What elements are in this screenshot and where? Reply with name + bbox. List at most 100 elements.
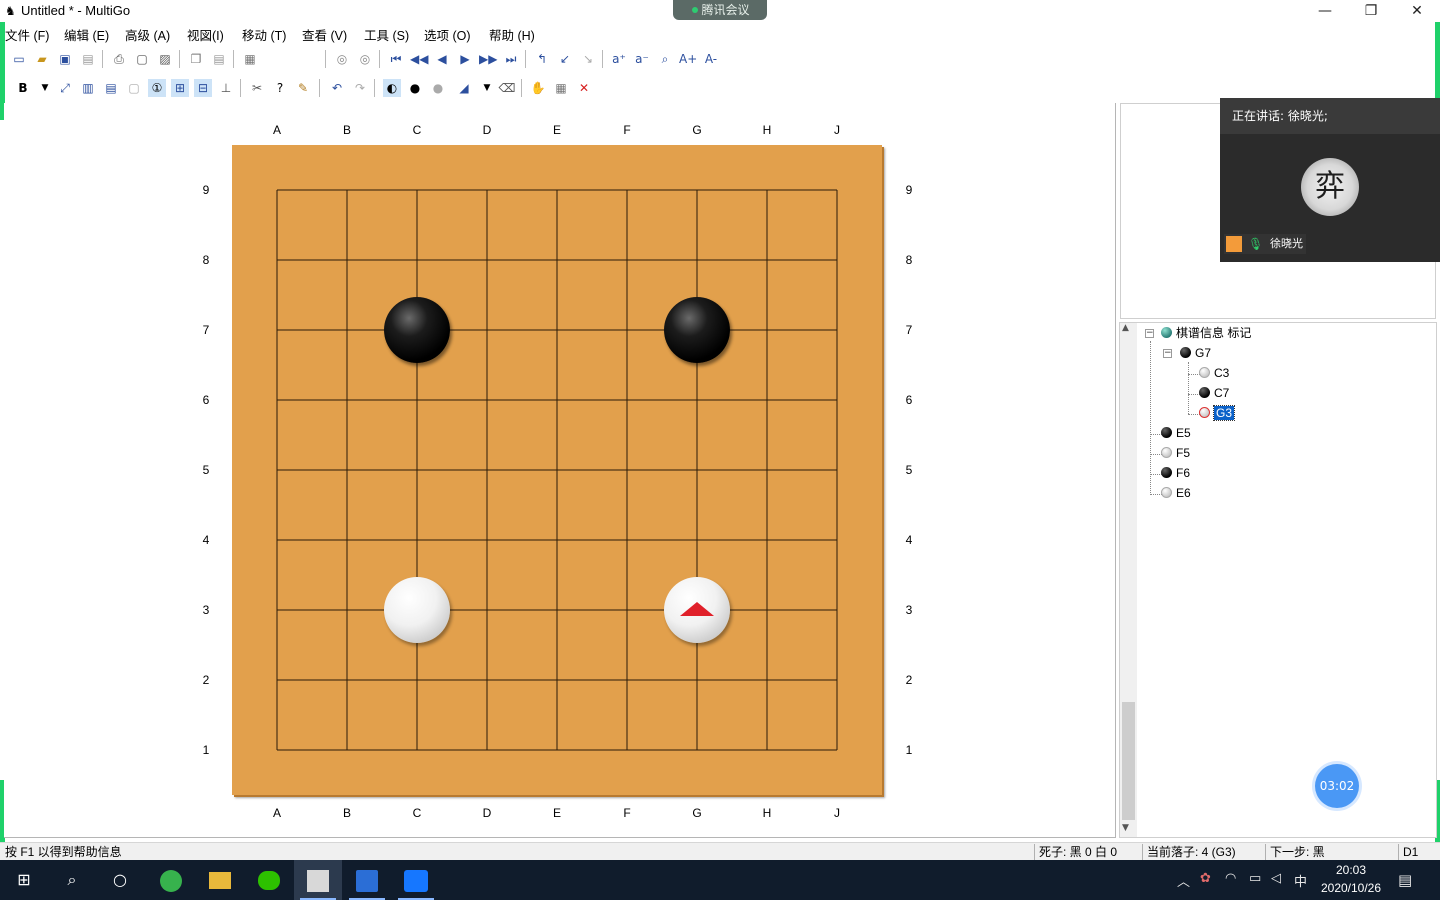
forward-one-icon[interactable]: ▶ — [456, 50, 474, 68]
browser-icon[interactable] — [147, 860, 195, 900]
copy-icon[interactable]: ❐ — [187, 50, 205, 68]
clock-time[interactable]: 20:03 — [1318, 863, 1384, 877]
hint-icon[interactable]: ? — [271, 79, 289, 97]
prev-variation-icon[interactable]: ↙ — [556, 50, 574, 68]
last-move-icon[interactable]: ⏭ — [502, 50, 520, 68]
white-stone-c3[interactable] — [384, 577, 450, 643]
branch-view-icon[interactable]: ⊟ — [194, 79, 212, 97]
menu-help[interactable]: 帮助 (H) — [489, 25, 535, 44]
next-game-icon[interactable]: ◎ — [356, 50, 374, 68]
save-icon[interactable]: ▣ — [56, 50, 74, 68]
prev-game-icon[interactable]: ◎ — [333, 50, 351, 68]
blank-icon[interactable]: ▢ — [125, 79, 143, 97]
paste-icon[interactable]: ▤ — [210, 50, 228, 68]
black-stone-g7[interactable] — [664, 297, 730, 363]
delete-icon[interactable]: ✕ — [575, 79, 593, 97]
white-stone-icon[interactable]: ● — [429, 79, 447, 97]
eraser-icon[interactable]: ⌫ — [498, 79, 516, 97]
layout-icon[interactable]: ▤ — [102, 79, 120, 97]
go-board[interactable] — [232, 145, 882, 795]
tree-node-c7[interactable]: C7 — [1199, 385, 1229, 401]
redo-icon[interactable]: ↷ — [351, 79, 369, 97]
zoom-out-icon[interactable]: A- — [702, 50, 720, 68]
coord-icon[interactable]: ▥ — [79, 79, 97, 97]
task-view-button[interactable]: ○ — [96, 860, 144, 900]
back-ten-icon[interactable]: ◀◀ — [410, 50, 428, 68]
print-icon[interactable]: ⎙ — [110, 50, 128, 68]
tree-node-e5[interactable]: E5 — [1161, 425, 1191, 441]
ime-indicator[interactable]: 中 — [1294, 871, 1307, 890]
volume-icon[interactable]: ◁ — [1271, 871, 1281, 886]
collapse-root-icon[interactable]: − — [1145, 329, 1154, 338]
export-image-icon[interactable]: ▨ — [156, 50, 174, 68]
tree-node-f6[interactable]: F6 — [1161, 465, 1190, 481]
menu-options[interactable]: 选项 (O) — [424, 25, 471, 44]
wechat-icon[interactable] — [245, 860, 293, 900]
back-to-main-icon[interactable]: ↰ — [533, 50, 551, 68]
tree-node-c3[interactable]: C3 — [1199, 365, 1229, 381]
new-file-icon[interactable]: ▭ — [10, 50, 28, 68]
open-folder-icon[interactable]: ▰ — [33, 50, 51, 68]
back-one-icon[interactable]: ◀ — [433, 50, 451, 68]
edit-icon[interactable]: ▦ — [552, 79, 570, 97]
file-explorer-icon[interactable] — [196, 860, 244, 900]
tray-app-icon[interactable]: ✿ — [1200, 871, 1211, 886]
menu-tools[interactable]: 工具 (S) — [364, 25, 409, 44]
first-move-icon[interactable]: ⏮ — [387, 50, 405, 68]
tree-node-f5[interactable]: F5 — [1161, 445, 1190, 461]
tray-expand-icon[interactable]: ︿ — [1177, 871, 1190, 890]
menu-view-mode[interactable]: 视図(I) — [187, 25, 224, 44]
scroll-up-icon[interactable]: ▲ — [1122, 323, 1129, 333]
undo-icon[interactable]: ↶ — [328, 79, 346, 97]
find-icon[interactable]: ⌕ — [656, 50, 674, 68]
menu-view[interactable]: 查看 (V) — [302, 25, 347, 44]
alternate-play-icon[interactable]: ◐ — [383, 79, 401, 97]
tree-scroll-thumb[interactable] — [1122, 702, 1135, 820]
hierarchy-icon[interactable]: ⊥ — [217, 79, 235, 97]
black-stone-icon[interactable]: ● — [406, 79, 424, 97]
tree-view-icon[interactable]: ⊞ — [171, 79, 189, 97]
black-first-icon[interactable]: B — [14, 79, 32, 97]
notification-icon[interactable]: ▤ — [1398, 871, 1412, 889]
properties-icon[interactable]: ▦ — [241, 50, 259, 68]
meeting-timer-button[interactable]: 03:02 — [1315, 764, 1359, 808]
menu-move[interactable]: 移动 (T) — [242, 25, 286, 44]
menu-file[interactable]: 文件 (F) — [5, 25, 49, 44]
marker-dropdown-icon[interactable]: ▼ — [478, 79, 496, 97]
move-number-icon[interactable]: ① — [148, 79, 166, 97]
marker-icon[interactable]: ◢ — [455, 79, 473, 97]
close-button[interactable]: ✕ — [1394, 0, 1440, 22]
black-stone-c7[interactable] — [384, 297, 450, 363]
brush-icon[interactable]: ✎ — [294, 79, 312, 97]
next-variation-icon[interactable]: ↘ — [579, 50, 597, 68]
hand-icon[interactable]: ✋ — [529, 79, 547, 97]
tree-root[interactable]: 棋谱信息 标记 — [1161, 325, 1251, 341]
clock-date[interactable]: 2020/10/26 — [1312, 881, 1390, 895]
battery-icon[interactable]: ▭ — [1249, 871, 1261, 886]
dropdown-icon[interactable]: ▼ — [36, 79, 54, 97]
word-icon[interactable] — [343, 860, 391, 900]
menu-advanced[interactable]: 高级 (A) — [125, 25, 170, 44]
scroll-down-icon[interactable]: ▼ — [1122, 823, 1129, 833]
tools-icon[interactable]: ✂ — [248, 79, 266, 97]
search-button[interactable]: ⌕ — [48, 860, 96, 900]
wifi-icon[interactable]: ◠ — [1225, 871, 1236, 886]
print-preview-icon[interactable]: ▢ — [133, 50, 151, 68]
save-as-icon[interactable]: ▤ — [79, 50, 97, 68]
tree-node-g7[interactable]: G7 — [1180, 345, 1211, 361]
tree-node-e6[interactable]: E6 — [1161, 485, 1191, 501]
mark-a-icon[interactable]: a⁺ — [610, 50, 628, 68]
mark-b-icon[interactable]: a⁻ — [633, 50, 651, 68]
restore-button[interactable]: ❐ — [1348, 0, 1394, 22]
start-button[interactable]: ⊞ — [0, 860, 48, 900]
collapse-node-icon[interactable]: − — [1163, 349, 1172, 358]
menu-edit[interactable]: 编辑 (E) — [64, 25, 109, 44]
minimize-button[interactable]: — — [1302, 0, 1348, 22]
meeting-icon[interactable] — [392, 860, 440, 900]
forward-ten-icon[interactable]: ▶▶ — [479, 50, 497, 68]
meeting-app-tag[interactable]: 腾讯会议 — [673, 0, 767, 20]
tree-node-g3[interactable]: G3 — [1199, 405, 1236, 421]
zoom-in-icon[interactable]: A+ — [679, 50, 697, 68]
multigo-icon[interactable] — [294, 860, 342, 900]
rotate-icon[interactable]: ⤢ — [56, 79, 74, 97]
